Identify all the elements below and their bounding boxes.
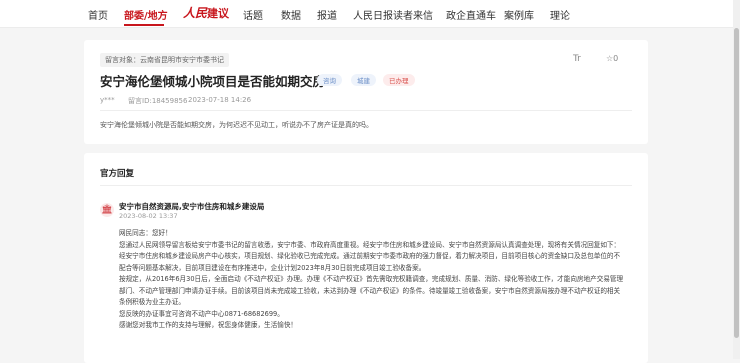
author-name: y*** [100, 96, 115, 104]
reply-line: 部门、不动产管理部门申请办证手续。目前该项目尚未完成竣工验收，未达到办理《不动产… [119, 286, 621, 295]
message-card: 留言对象：云南省昆明市安宁市委书记 Tr ☆0 安宁海伦堡倾城小院项目是否能如期… [84, 40, 648, 144]
reply-line: 网民同志：您好！ [119, 229, 172, 237]
message-divider [100, 110, 632, 111]
nav-active-underline [124, 24, 164, 26]
category-tag: 咨询 [317, 74, 342, 86]
top-navigation: 首页 部委/地方 人民建议 话题 数据 报道 人民日报读者来信 政企直通车 案例… [0, 0, 740, 28]
status-tag: 已办理 [383, 74, 415, 86]
reply-line: 按规定，从2016年6月30日后，全面启动《不动产权证》办理。办理《不动产权证》… [119, 275, 624, 283]
reply-divider [100, 185, 632, 186]
nav-item-ministries[interactable]: 部委/地方 [124, 7, 168, 22]
logo-text: 人民 [183, 6, 208, 20]
reply-line: 配合等问题基本解决，目前项目建设在有序推进中，企业计划2023年8月30日前完成… [119, 263, 426, 272]
nav-item-reports[interactable]: 报道 [317, 7, 337, 22]
nav-item-home[interactable]: 首页 [88, 7, 108, 22]
message-target-tag: 留言对象：云南省昆明市安宁市委书记 [100, 53, 229, 67]
message-title: 安宁海伦堡倾城小院项目是否能如期交房 [100, 74, 326, 89]
nav-item-topics[interactable]: 话题 [243, 7, 263, 22]
nav-item-theory[interactable]: 理论 [550, 7, 570, 22]
nav-item-cases[interactable]: 案例库 [504, 7, 534, 22]
government-building-icon: 🏛 [100, 203, 114, 217]
message-body: 安宁海伦堡倾城小院是否能如期交房，为何迟迟不见动工，听说办不了房产证是真的吗。 [100, 121, 373, 129]
reply-card: 官方回复 🏛 安宁市自然资源局,安宁市住房和城乡建设局 2023-08-02 1… [84, 153, 648, 363]
reply-department: 安宁市自然资源局,安宁市住房和城乡建设局 [119, 202, 265, 211]
scrollbar-thumb[interactable] [734, 28, 739, 338]
logo-suffix: 建议 [207, 7, 230, 20]
like-button[interactable]: ☆0 [606, 54, 618, 63]
message-datetime: 2023-07-18 14:26 [188, 96, 252, 104]
reply-line: 您通过人民网领导留言板给安宁市委书记的留言收悉，安宁市委、市政府高度重视。经安宁… [119, 240, 621, 249]
reply-date: 2023-08-02 13:37 [119, 212, 178, 220]
field-tag: 城建 [351, 74, 376, 86]
reply-content: 网民同志：您好！ 您通过人民网领导留言板给安宁市委书记的留言收悉，安宁市委、市政… [119, 228, 624, 332]
reply-section-title: 官方回复 [100, 169, 135, 179]
nav-item-enterprise[interactable]: 政企直通车 [446, 7, 496, 22]
brand-logo[interactable]: 人民建议 [183, 4, 229, 21]
nav-item-reader-letters[interactable]: 人民日报读者来信 [353, 7, 433, 22]
reply-line: 您反映的办证事宜可咨询不动产中心0871-68682699。 [119, 309, 284, 318]
page-scrollbar[interactable] [733, 0, 740, 359]
reply-line: 经安宁市住房和城乡建设局房产中心核实，项目规划、绿化验收已完成完成。通过前期安宁… [119, 252, 621, 260]
reply-line: 感谢您对我市工作的支持与理解，祝您身体健康，生活愉快！ [119, 321, 298, 329]
nav-item-data[interactable]: 数据 [281, 7, 301, 22]
font-size-toggle[interactable]: Tr [573, 54, 581, 64]
reply-line: 条例积极为业主办证。 [119, 298, 185, 306]
message-id: 留言ID:18459856 [128, 97, 188, 105]
